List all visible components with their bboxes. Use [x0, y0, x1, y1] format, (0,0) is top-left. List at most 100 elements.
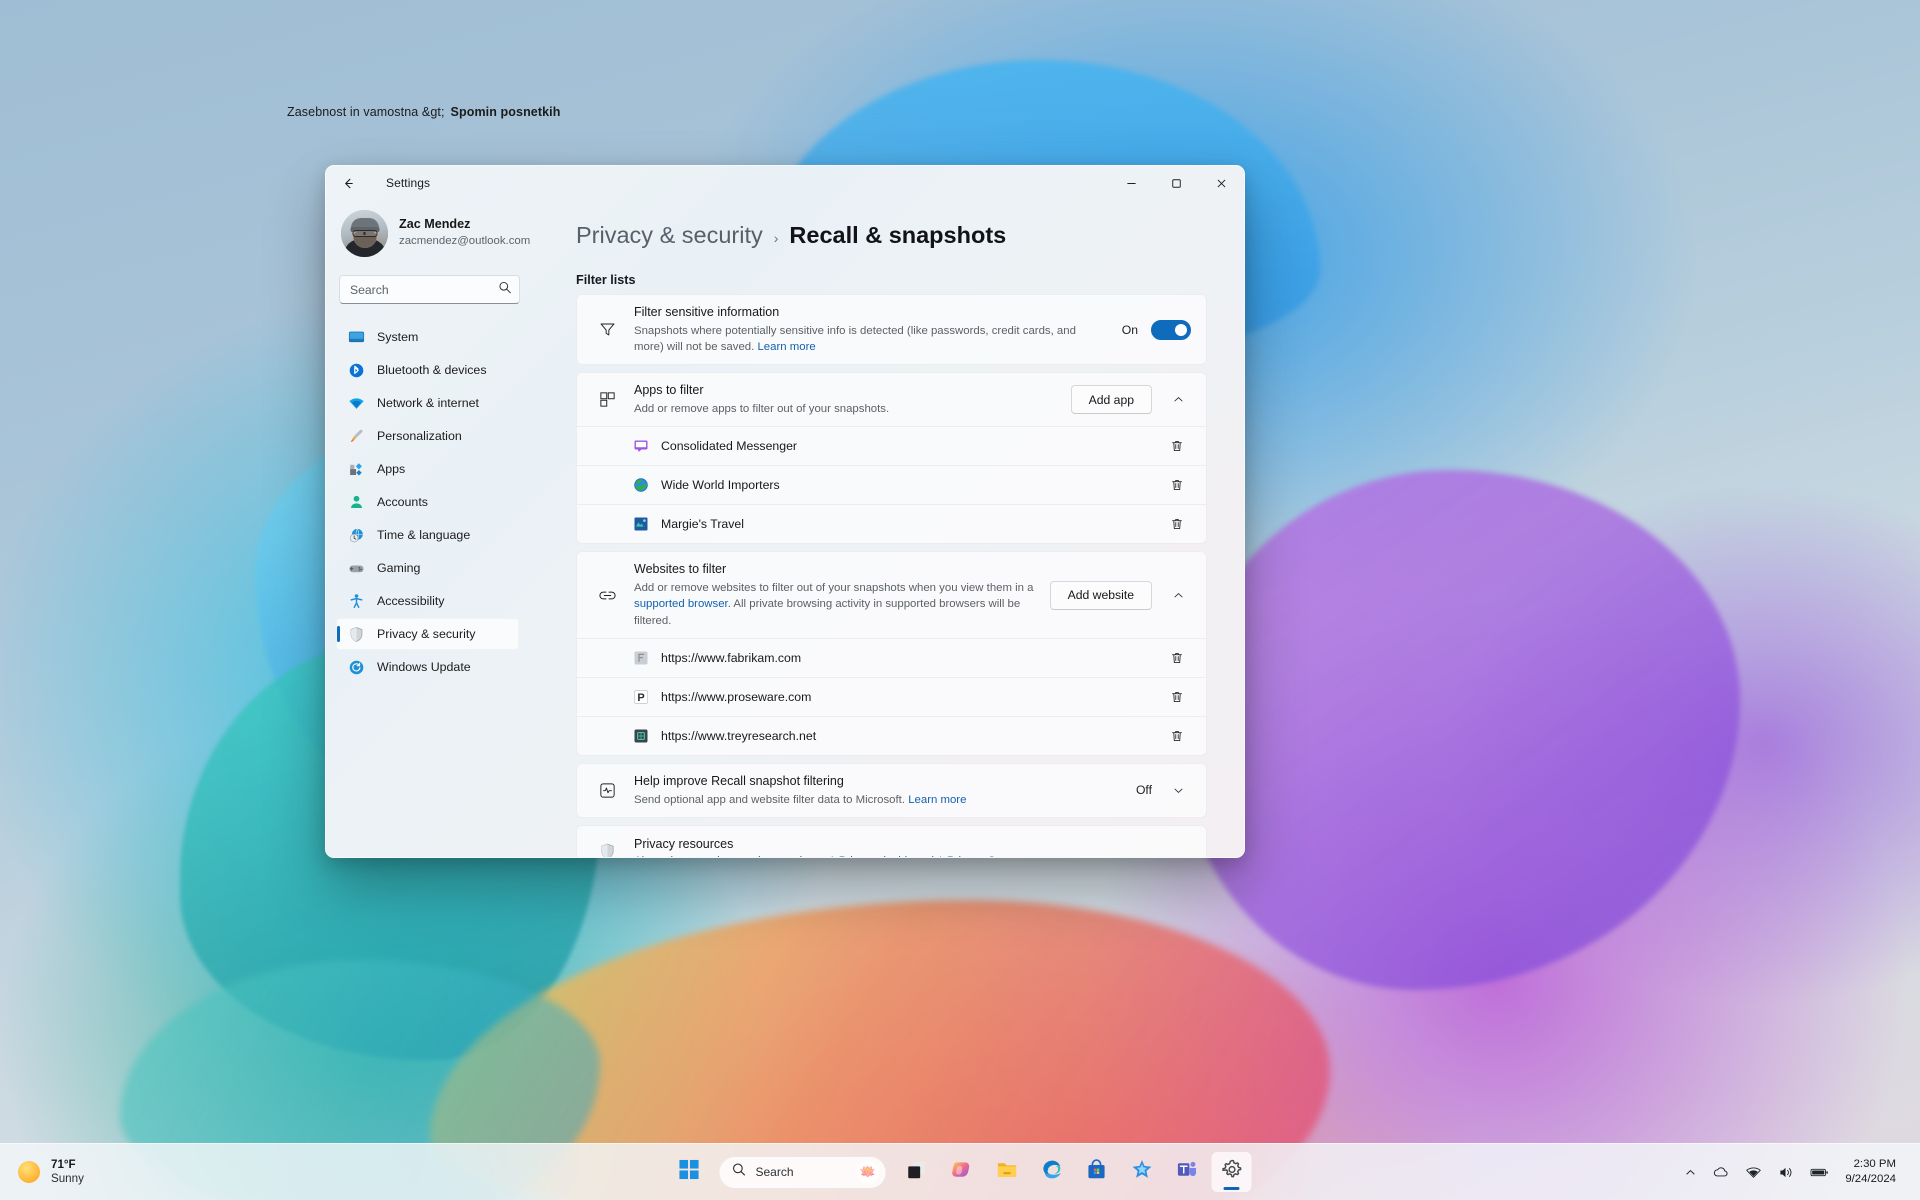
delete-website-button[interactable] [1162, 644, 1191, 671]
sidebar-item-label: Bluetooth & devices [377, 363, 487, 377]
taskbar-app-designer[interactable] [1122, 1152, 1162, 1192]
taskbar-app-settings[interactable] [1211, 1152, 1252, 1192]
sidebar-item-label: Apps [377, 462, 406, 476]
sidebar-item-network-internet[interactable]: Network & internet [336, 387, 519, 419]
designer-icon [1130, 1158, 1153, 1186]
sidebar-item-personalization[interactable]: Personalization [336, 420, 519, 452]
sidebar-item-time-language[interactable]: Time & language [336, 519, 519, 551]
taskbar-weather-widget[interactable]: 71°F Sunny [0, 1149, 230, 1196]
back-button[interactable] [332, 168, 364, 198]
sun-icon [18, 1161, 40, 1183]
sidebar-item-gaming[interactable]: Gaming [336, 552, 519, 584]
sidebar-item-bluetooth-devices[interactable]: Bluetooth & devices [336, 354, 519, 386]
chevron-up-icon [1173, 397, 1183, 402]
filter-sensitive-toggle[interactable] [1151, 319, 1191, 340]
messenger-app-icon [633, 438, 649, 454]
taskbar-clock[interactable]: 2:30 PM 9/24/2024 [1839, 1157, 1904, 1188]
add-website-button[interactable]: Add website [1049, 580, 1152, 610]
delete-app-button[interactable] [1162, 433, 1191, 460]
file-explorer-icon [995, 1158, 1018, 1186]
sidebar-item-apps[interactable]: Apps [336, 453, 519, 485]
sidebar-item-label: Privacy & security [377, 627, 476, 641]
app-list-item[interactable]: Margie's Travel [577, 504, 1206, 543]
website-list-item[interactable]: https://www.fabrikam.com [577, 637, 1206, 677]
teams-icon [1175, 1158, 1198, 1186]
apps-grid-icon [594, 390, 620, 409]
privacy-dashboard-link[interactable]: Privacy dashboard [839, 856, 934, 857]
apps-to-filter-desc: Add or remove apps to filter out of your… [634, 403, 890, 416]
help-improve-learn-more-link[interactable]: Learn more [908, 794, 966, 806]
tray-battery-button[interactable] [1803, 1154, 1836, 1190]
app-list-item[interactable]: Wide World Importers [577, 465, 1206, 504]
card-help-improve-recall: Help improve Recall snapshot filtering S… [576, 762, 1207, 818]
taskbar-app-file-explorer[interactable] [987, 1152, 1027, 1192]
apps-to-filter-title: Apps to filter [634, 383, 704, 398]
delete-icon [1171, 652, 1182, 663]
privacy-statement-link[interactable]: Privacy Statement [947, 856, 1040, 857]
close-button[interactable] [1199, 166, 1244, 200]
taskbar-app-microsoft-teams[interactable] [1167, 1152, 1207, 1192]
help-improve-desc: Send optional app and website filter dat… [634, 793, 906, 806]
pulse-icon [594, 781, 620, 800]
sidebar-item-accessibility[interactable]: Accessibility [336, 585, 519, 617]
sidebar-item-label: Personalization [377, 429, 462, 443]
sidebar-item-accounts[interactable]: Accounts [336, 486, 519, 518]
tray-show-hidden-icons-button[interactable] [1678, 1154, 1703, 1190]
supported-browser-link[interactable]: supported browser [634, 598, 728, 610]
sidebar-item-label: Accessibility [377, 594, 445, 608]
delete-app-button[interactable] [1162, 472, 1191, 499]
start-button[interactable] [669, 1152, 709, 1192]
card-websites-to-filter: Websites to filter Add or remove website… [576, 551, 1207, 756]
sidebar-item-label: Gaming [377, 561, 421, 575]
app-name: Consolidated Messenger [661, 439, 798, 454]
website-url: https://www.fabrikam.com [661, 650, 802, 665]
tray-onedrive-button[interactable] [1706, 1154, 1736, 1190]
taskbar-app-microsoft-store[interactable] [1077, 1152, 1117, 1192]
account-block[interactable]: Zac Mendez zacmendez@outlook.com [336, 200, 530, 262]
delete-app-button[interactable] [1162, 511, 1191, 538]
websites-to-filter-header[interactable]: Websites to filter Add or remove website… [577, 552, 1206, 637]
add-app-button[interactable]: Add app [1070, 385, 1152, 415]
clock-date: 9/24/2024 [1845, 1173, 1896, 1185]
taskbar-app-microsoft-edge[interactable] [1032, 1152, 1072, 1192]
breadcrumb-parent[interactable]: Privacy & security [576, 222, 763, 249]
search-input[interactable] [339, 275, 520, 304]
minimize-button[interactable] [1109, 166, 1154, 200]
monitor-icon [348, 329, 365, 346]
apps-to-filter-header[interactable]: Apps to filter Add or remove apps to fil… [577, 373, 1206, 426]
about-settings-privacy-link[interactable]: About these settings and your privacy [634, 856, 826, 857]
help-improve-header[interactable]: Help improve Recall snapshot filtering S… [577, 764, 1206, 817]
filter-sensitive-learn-more-link[interactable]: Learn more [757, 341, 815, 353]
website-list-item[interactable]: https://www.treyresearch.net [577, 715, 1206, 755]
tray-volume-button[interactable] [1771, 1154, 1800, 1190]
delete-website-button[interactable] [1162, 683, 1191, 710]
privacy-resources-row: Privacy resources About these settings a… [577, 826, 1206, 857]
sidebar-item-windows-update[interactable]: Windows Update [336, 651, 519, 683]
taskbar-app-task-view[interactable] [897, 1152, 937, 1192]
taskbar-search-box[interactable]: Search 🪷 [718, 1155, 887, 1189]
tray-network-button[interactable] [1739, 1154, 1768, 1190]
sidebar-item-system[interactable]: System [336, 321, 519, 353]
card-privacy-resources: Privacy resources About these settings a… [576, 824, 1207, 857]
maximize-button[interactable] [1154, 166, 1199, 200]
taskbar: 71°F Sunny Search 🪷 2:30 PM 9/24/2024 [0, 1143, 1920, 1200]
app-list-item[interactable]: Consolidated Messenger [577, 426, 1206, 465]
cloud-icon [1714, 1167, 1728, 1177]
apps-to-filter-collapse-chevron[interactable] [1165, 387, 1191, 413]
filter-sensitive-state: On [1121, 322, 1138, 337]
store-icon [1086, 1158, 1108, 1186]
window-title: Settings [386, 176, 431, 190]
network-icon [1746, 1166, 1762, 1178]
settings-window: Settings Zac Mendez zacmendez@outlook.co… [325, 165, 1245, 858]
website-list-item[interactable]: P https://www.proseware.com [577, 676, 1206, 716]
window-controls [1109, 166, 1244, 200]
help-improve-expand-chevron[interactable] [1165, 777, 1191, 803]
treyresearch-favicon [633, 728, 649, 744]
sidebar: Zac Mendez zacmendez@outlook.com Search … [326, 200, 530, 857]
account-name: Zac Mendez [399, 217, 471, 232]
taskbar-app-copilot[interactable] [942, 1152, 982, 1192]
sidebar-item-privacy-security[interactable]: Privacy & security [336, 618, 519, 650]
websites-to-filter-collapse-chevron[interactable] [1165, 582, 1191, 608]
delete-website-button[interactable] [1162, 722, 1191, 749]
filter-sensitive-desc-2: more) will not be saved. [634, 341, 755, 354]
